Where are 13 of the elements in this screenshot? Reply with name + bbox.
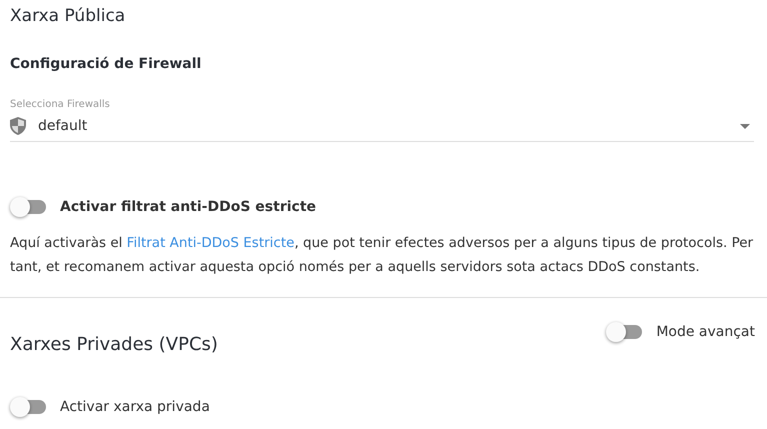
section-title: Xarxa Pública [10, 5, 126, 26]
toggle-switch[interactable] [10, 397, 46, 417]
toggle-label: Activar filtrat anti-DDoS estricte [60, 199, 316, 215]
dropdown-caret-icon [740, 124, 750, 128]
subsection-title: Configuració de Firewall [10, 56, 202, 72]
toggle-switch[interactable] [606, 322, 642, 342]
firewall-select[interactable]: Selecciona Firewalls default [10, 92, 754, 142]
shield-icon [10, 117, 26, 135]
description-text: Aquí activaràs el Filtrat Anti-DDoS Estricte, que pot tenir efectes adversos per a alguns tipus de protocols. Per tant, et recomanem activar aquesta opció només per a aquells servidors sota actacs DDoS constants. [10, 234, 754, 277]
toggle-label: Mode avançat [656, 324, 755, 340]
toggle-switch[interactable] [10, 197, 46, 217]
toggle-label: Activar xarxa privada [60, 399, 210, 415]
section-title: Xarxes Privades (VPCs) [10, 333, 218, 355]
